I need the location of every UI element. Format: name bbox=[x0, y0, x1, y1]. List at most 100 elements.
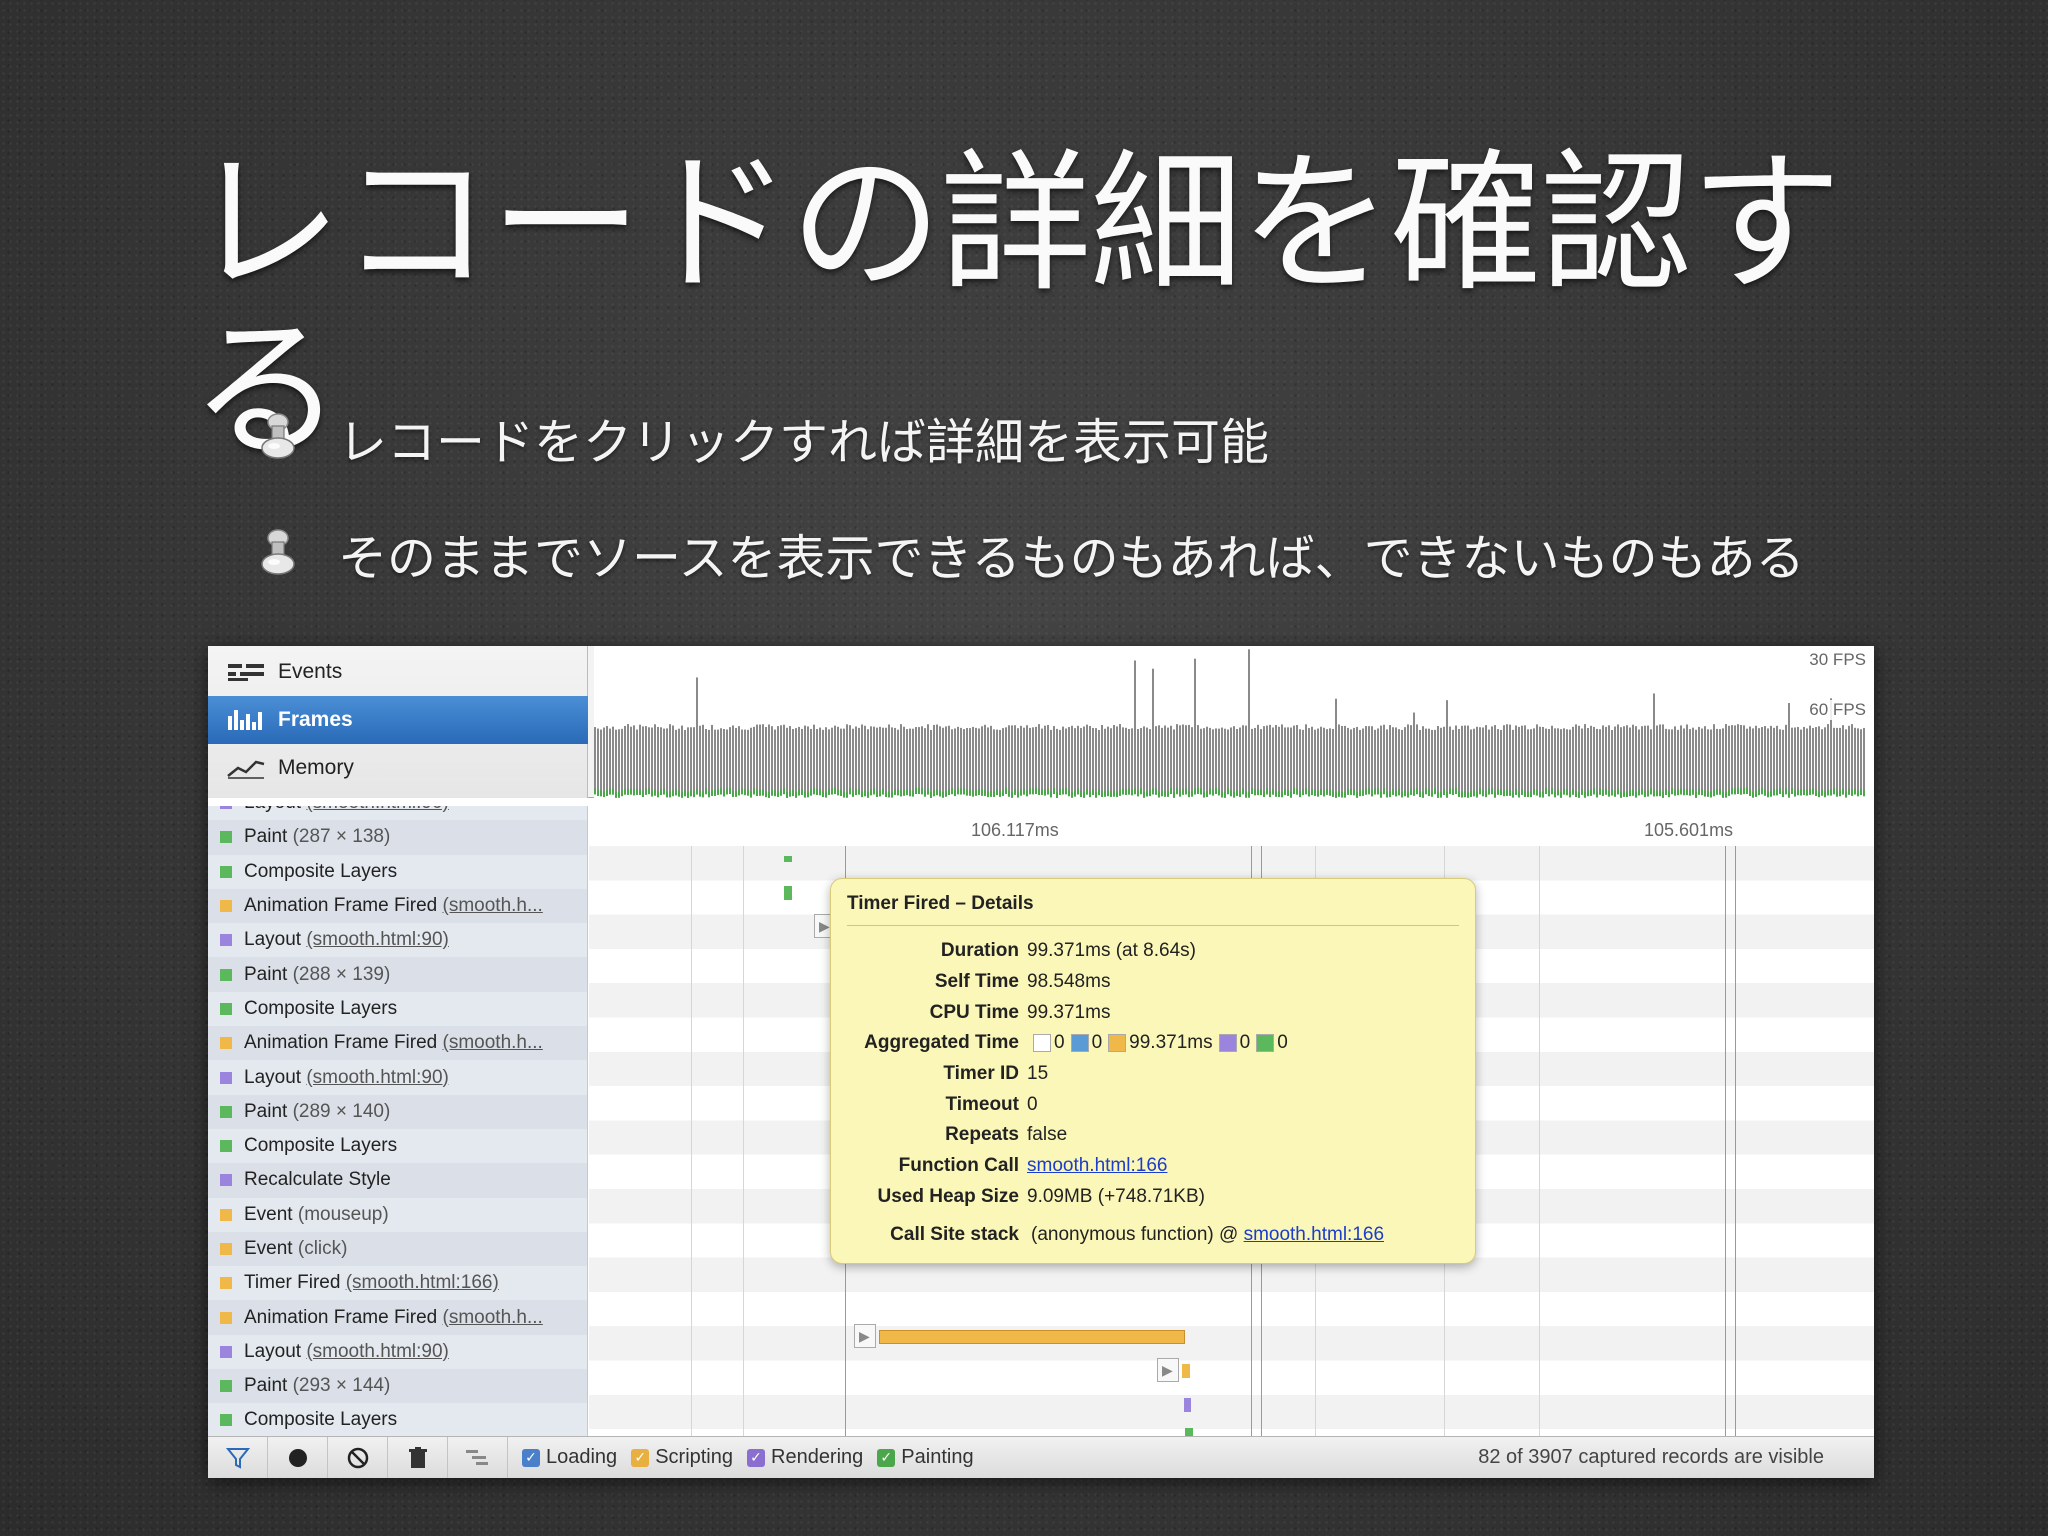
record-row[interactable]: Layout (smooth.html:90) bbox=[208, 1335, 587, 1369]
frame-paint-tick bbox=[1455, 788, 1457, 795]
frame-paint-tick bbox=[1203, 791, 1205, 798]
frame-bar bbox=[618, 729, 620, 794]
frame-paint-tick bbox=[1623, 790, 1625, 797]
record-bar-layout[interactable] bbox=[1184, 1398, 1191, 1412]
glue-records-button[interactable] bbox=[448, 1436, 508, 1478]
frame-paint-tick bbox=[984, 789, 986, 796]
frame-paint-tick bbox=[855, 789, 857, 796]
record-source-link[interactable]: (smooth.h... bbox=[443, 1032, 543, 1054]
frame-paint-tick bbox=[1383, 788, 1385, 795]
record-bar-composite[interactable] bbox=[784, 886, 792, 900]
record-row[interactable]: Layout (smooth.html:90) bbox=[208, 806, 587, 820]
record-row[interactable]: Paint (288 × 139) bbox=[208, 957, 587, 992]
record-source-link[interactable]: (smooth.h... bbox=[443, 1307, 543, 1329]
frame-bar bbox=[1470, 729, 1472, 794]
record-row[interactable]: Layout (smooth.html:90) bbox=[208, 923, 587, 957]
detail-row-duration: Duration 99.371ms (at 8.64s) bbox=[940, 940, 1196, 962]
record-row[interactable]: Paint (293 × 144) bbox=[208, 1369, 587, 1404]
tab-frames[interactable]: Frames bbox=[208, 696, 588, 744]
record-row[interactable]: Layout (smooth.html:90) bbox=[208, 1060, 587, 1094]
frame-bar bbox=[1272, 727, 1274, 794]
record-bar-paint[interactable] bbox=[1185, 1428, 1193, 1436]
frame-paint-tick bbox=[1344, 791, 1346, 798]
frame-paint-tick bbox=[609, 788, 611, 795]
frame-bar bbox=[1230, 727, 1232, 794]
category-filter-checkbox[interactable]: ✓ Rendering bbox=[747, 1446, 863, 1469]
frame-paint-tick bbox=[1743, 788, 1745, 795]
record-source-link[interactable]: (smooth.html:90) bbox=[306, 806, 449, 814]
filter-button[interactable] bbox=[208, 1436, 268, 1478]
call-site-link[interactable]: smooth.html:166 bbox=[1244, 1224, 1384, 1246]
record-row[interactable]: Paint (287 × 138) bbox=[208, 820, 587, 855]
record-row[interactable]: Animation Frame Fired (smooth.h... bbox=[208, 1300, 587, 1335]
frame-paint-tick bbox=[1725, 791, 1727, 798]
frame-paint-tick bbox=[1641, 788, 1643, 795]
grid-line bbox=[1539, 846, 1540, 1436]
fps-60-label: 60 FPS bbox=[1807, 700, 1868, 720]
frame-bar bbox=[1479, 727, 1481, 794]
frame-paint-tick bbox=[1185, 788, 1187, 795]
record-row[interactable]: Animation Frame Fired (smooth.h... bbox=[208, 888, 587, 924]
record-button[interactable] bbox=[268, 1436, 328, 1478]
record-row[interactable]: Composite Layers bbox=[208, 992, 587, 1026]
record-source-link[interactable]: (smooth.html:90) bbox=[306, 1067, 449, 1089]
expand-arrow-icon[interactable]: ▶ bbox=[1157, 1358, 1179, 1382]
category-filter-checkbox[interactable]: ✓ Scripting bbox=[631, 1446, 733, 1469]
frame-paint-tick bbox=[693, 791, 695, 798]
frame-paint-tick bbox=[789, 790, 791, 797]
category-color-swatch bbox=[1108, 1034, 1127, 1053]
frame-paint-tick bbox=[999, 790, 1001, 797]
clear-button[interactable] bbox=[328, 1436, 388, 1478]
frame-bar bbox=[1557, 728, 1559, 794]
frame-paint-tick bbox=[1314, 789, 1316, 796]
garbage-collect-button[interactable] bbox=[388, 1436, 448, 1478]
record-row[interactable]: Timer Fired (smooth.html:166) bbox=[208, 1266, 587, 1300]
function-call-link[interactable]: smooth.html:166 bbox=[1027, 1155, 1167, 1176]
frames-overview-chart[interactable]: 30 FPS 60 FPS bbox=[594, 646, 1874, 798]
record-source-link[interactable]: (smooth.html:90) bbox=[306, 929, 449, 951]
pushpin-icon bbox=[261, 413, 295, 459]
record-row[interactable]: Paint (289 × 140) bbox=[208, 1094, 587, 1129]
frame-bar bbox=[1128, 729, 1130, 794]
frame-paint-tick bbox=[996, 789, 998, 796]
frame-paint-tick bbox=[768, 791, 770, 798]
record-row[interactable]: Animation Frame Fired (smooth.h... bbox=[208, 1026, 587, 1061]
record-row[interactable]: Event (click) bbox=[208, 1231, 587, 1267]
expand-arrow-icon[interactable]: ▶ bbox=[854, 1324, 876, 1348]
frame-paint-tick bbox=[798, 789, 800, 796]
frame-paint-tick bbox=[1092, 788, 1094, 795]
record-row[interactable]: Recalculate Style bbox=[208, 1163, 587, 1198]
record-row[interactable]: Composite Layers bbox=[208, 855, 587, 889]
tab-events[interactable]: Events bbox=[208, 648, 588, 696]
frame-paint-tick bbox=[1617, 788, 1619, 795]
frame-bar bbox=[699, 725, 701, 794]
record-row[interactable]: Composite Layers bbox=[208, 1129, 587, 1163]
frame-paint-tick bbox=[1542, 791, 1544, 798]
frame-paint-tick bbox=[1533, 788, 1535, 795]
tab-memory[interactable]: Memory bbox=[208, 744, 588, 792]
record-row[interactable]: Event (mouseup) bbox=[208, 1198, 587, 1232]
record-source-link[interactable]: (smooth.html:90) bbox=[306, 1341, 449, 1363]
time-ruler: 106.117ms 105.601ms bbox=[588, 816, 1874, 846]
record-bar-paint[interactable] bbox=[784, 856, 792, 862]
frame-bar bbox=[1617, 724, 1619, 794]
frame-bar bbox=[879, 726, 881, 794]
record-color-swatch bbox=[220, 865, 232, 878]
timer-fired-bar[interactable] bbox=[879, 1330, 1185, 1344]
frame-paint-tick bbox=[1521, 788, 1523, 795]
record-source-link[interactable]: (smooth.html:166) bbox=[346, 1272, 499, 1294]
frame-bar bbox=[624, 725, 626, 794]
frame-paint-tick bbox=[1155, 788, 1157, 795]
category-filter-checkbox[interactable]: ✓ Painting bbox=[877, 1446, 974, 1469]
frame-bar bbox=[942, 727, 944, 794]
frame-bar bbox=[1791, 727, 1793, 794]
frame-paint-tick bbox=[627, 788, 629, 795]
frame-bar bbox=[867, 729, 869, 794]
frames-bars bbox=[594, 649, 1865, 798]
frame-bar bbox=[1623, 726, 1625, 794]
record-row[interactable]: Composite Layers bbox=[208, 1403, 587, 1436]
category-filter-checkbox[interactable]: ✓ Loading bbox=[522, 1446, 617, 1469]
record-bar-animation[interactable] bbox=[1182, 1364, 1190, 1378]
record-source-link[interactable]: (smooth.h... bbox=[443, 895, 543, 917]
frame-paint-tick bbox=[1188, 791, 1190, 798]
